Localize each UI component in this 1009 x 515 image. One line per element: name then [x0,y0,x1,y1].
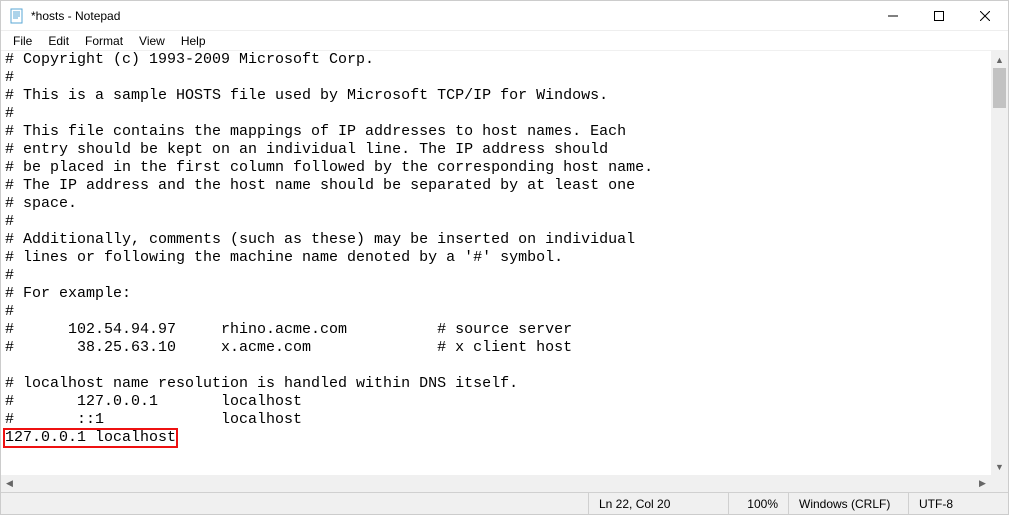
text-editor[interactable]: # Copyright (c) 1993-2009 Microsoft Corp… [1,51,991,475]
menubar: File Edit Format View Help [1,31,1008,51]
scroll-down-icon[interactable]: ▼ [991,458,1008,475]
scroll-corner [991,475,1008,492]
horizontal-scroll-track[interactable] [18,475,974,492]
editor-area: # Copyright (c) 1993-2009 Microsoft Corp… [1,51,1008,492]
vertical-scroll-track[interactable] [991,68,1008,458]
status-zoom: 100% [728,493,788,514]
scroll-right-icon[interactable]: ▶ [974,475,991,492]
menu-help[interactable]: Help [173,32,214,50]
menu-file[interactable]: File [5,32,40,50]
horizontal-scrollbar[interactable]: ◀ ▶ [1,475,991,492]
statusbar: Ln 22, Col 20 100% Windows (CRLF) UTF-8 [1,492,1008,514]
maximize-button[interactable] [916,1,962,30]
vertical-scroll-thumb[interactable] [993,68,1006,108]
notepad-icon [9,8,25,24]
window-title: *hosts - Notepad [31,9,120,23]
status-encoding: UTF-8 [908,493,1008,514]
minimize-button[interactable] [870,1,916,30]
titlebar: *hosts - Notepad [1,1,1008,31]
menu-edit[interactable]: Edit [40,32,77,50]
status-line-col: Ln 22, Col 20 [588,493,728,514]
menu-view[interactable]: View [131,32,173,50]
window-controls [870,1,1008,30]
scroll-left-icon[interactable]: ◀ [1,475,18,492]
status-spacer [1,493,588,514]
menu-format[interactable]: Format [77,32,131,50]
vertical-scrollbar[interactable]: ▲ ▼ [991,51,1008,475]
status-line-ending: Windows (CRLF) [788,493,908,514]
close-button[interactable] [962,1,1008,30]
scroll-up-icon[interactable]: ▲ [991,51,1008,68]
